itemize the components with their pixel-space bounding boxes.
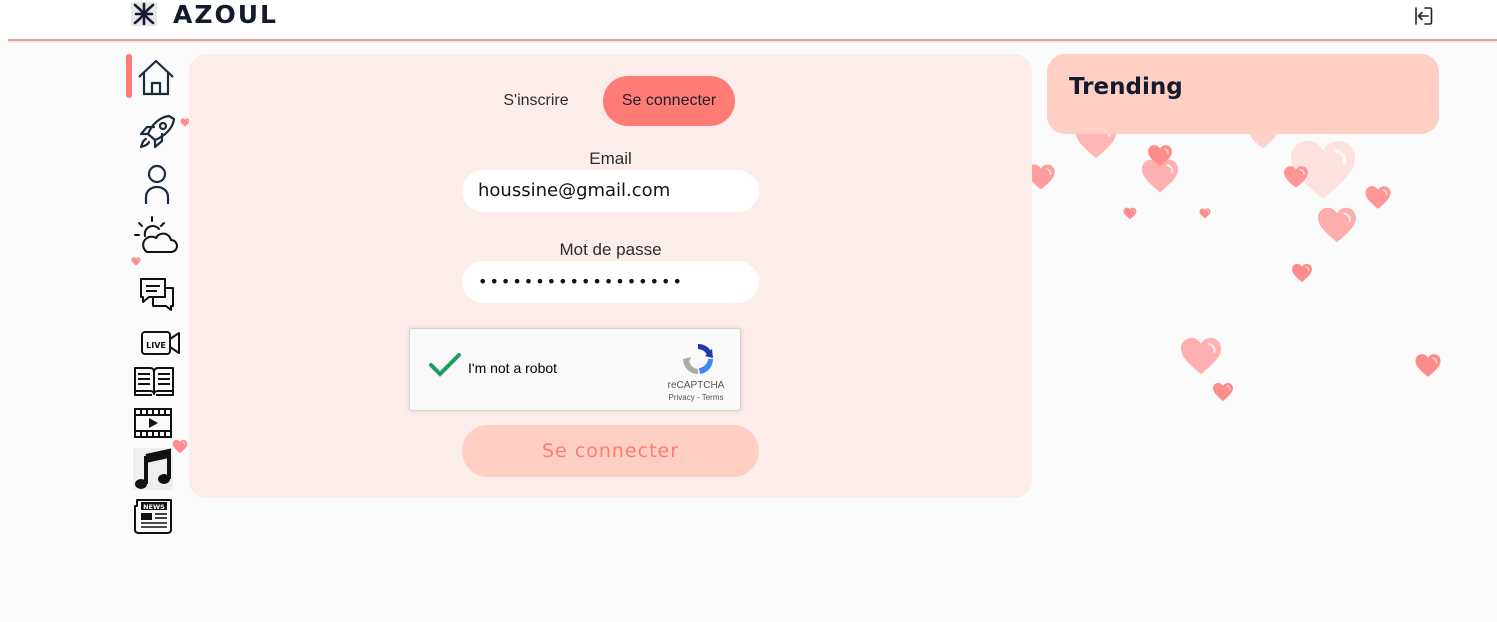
book-icon bbox=[134, 367, 174, 396]
sidebar-item-live[interactable]: LIVE bbox=[133, 326, 181, 360]
sidebar-item-music[interactable] bbox=[133, 448, 177, 492]
live-video-icon: LIVE bbox=[141, 331, 180, 355]
login-submit-button[interactable]: Se connecter bbox=[462, 425, 759, 477]
weather-icon bbox=[134, 216, 178, 253]
header-divider bbox=[8, 39, 1497, 41]
user-icon bbox=[144, 164, 170, 204]
email-label: Email bbox=[589, 149, 632, 168]
heart-decoration bbox=[172, 439, 188, 454]
logout-icon[interactable] bbox=[1411, 4, 1435, 28]
heart-decoration bbox=[1199, 208, 1211, 219]
recaptcha-checkbox[interactable] bbox=[428, 351, 462, 383]
sidebar-active-indicator bbox=[126, 54, 132, 98]
trending-panel: Trending bbox=[1047, 54, 1439, 134]
film-play-icon bbox=[134, 408, 172, 438]
sidebar-item-weather[interactable] bbox=[133, 214, 179, 258]
sidebar-item-home[interactable] bbox=[133, 56, 179, 100]
email-field[interactable]: houssine@gmail.com bbox=[462, 170, 759, 212]
sidebar-item-videos[interactable] bbox=[133, 406, 177, 440]
sidebar-item-news[interactable]: NEWS bbox=[133, 496, 177, 536]
brand-name[interactable]: AZOUL bbox=[173, 0, 278, 29]
heart-decoration bbox=[1291, 263, 1313, 283]
password-field[interactable]: •••••••••••••••••• bbox=[462, 261, 759, 303]
password-label: Mot de passe bbox=[559, 240, 662, 259]
home-icon bbox=[138, 59, 174, 96]
heart-decoration bbox=[1178, 336, 1224, 376]
recaptcha-label: I'm not a robot bbox=[468, 360, 558, 376]
recaptcha-privacy-terms[interactable]: Privacy - Terms bbox=[656, 393, 736, 402]
top-bar: AZOUL bbox=[0, 0, 1497, 41]
heart-decoration bbox=[1140, 158, 1180, 194]
yaz-symbol-icon bbox=[131, 2, 157, 26]
recaptcha-brand: reCAPTCHA bbox=[667, 380, 725, 391]
tab-signup[interactable]: S'inscrire bbox=[488, 76, 584, 126]
heart-decoration bbox=[1414, 353, 1442, 378]
sidebar-item-chat[interactable] bbox=[133, 276, 179, 316]
heart-decoration bbox=[131, 257, 141, 266]
newspaper-icon: NEWS bbox=[134, 499, 172, 534]
news-badge: NEWS bbox=[143, 503, 165, 511]
heart-decoration bbox=[1123, 207, 1137, 220]
live-badge: LIVE bbox=[146, 341, 166, 350]
heart-decoration bbox=[1212, 382, 1234, 402]
recaptcha-logo-icon bbox=[680, 341, 716, 381]
sidebar-item-explore[interactable] bbox=[133, 112, 179, 152]
recaptcha-widget: I'm not a robot reCAPTCHA Privacy - Term… bbox=[409, 328, 741, 411]
music-note-icon bbox=[133, 448, 173, 490]
sidebar-item-books[interactable] bbox=[133, 364, 177, 398]
sidebar-item-profile[interactable] bbox=[133, 162, 179, 208]
tab-login[interactable]: Se connecter bbox=[603, 76, 735, 126]
heart-decoration bbox=[1316, 206, 1358, 244]
heart-decoration bbox=[1364, 185, 1392, 210]
trending-title: Trending bbox=[1069, 74, 1183, 100]
heart-decoration bbox=[1283, 165, 1309, 189]
rocket-icon bbox=[139, 114, 176, 149]
chat-icon bbox=[140, 278, 174, 311]
checkmark-icon bbox=[429, 353, 461, 377]
